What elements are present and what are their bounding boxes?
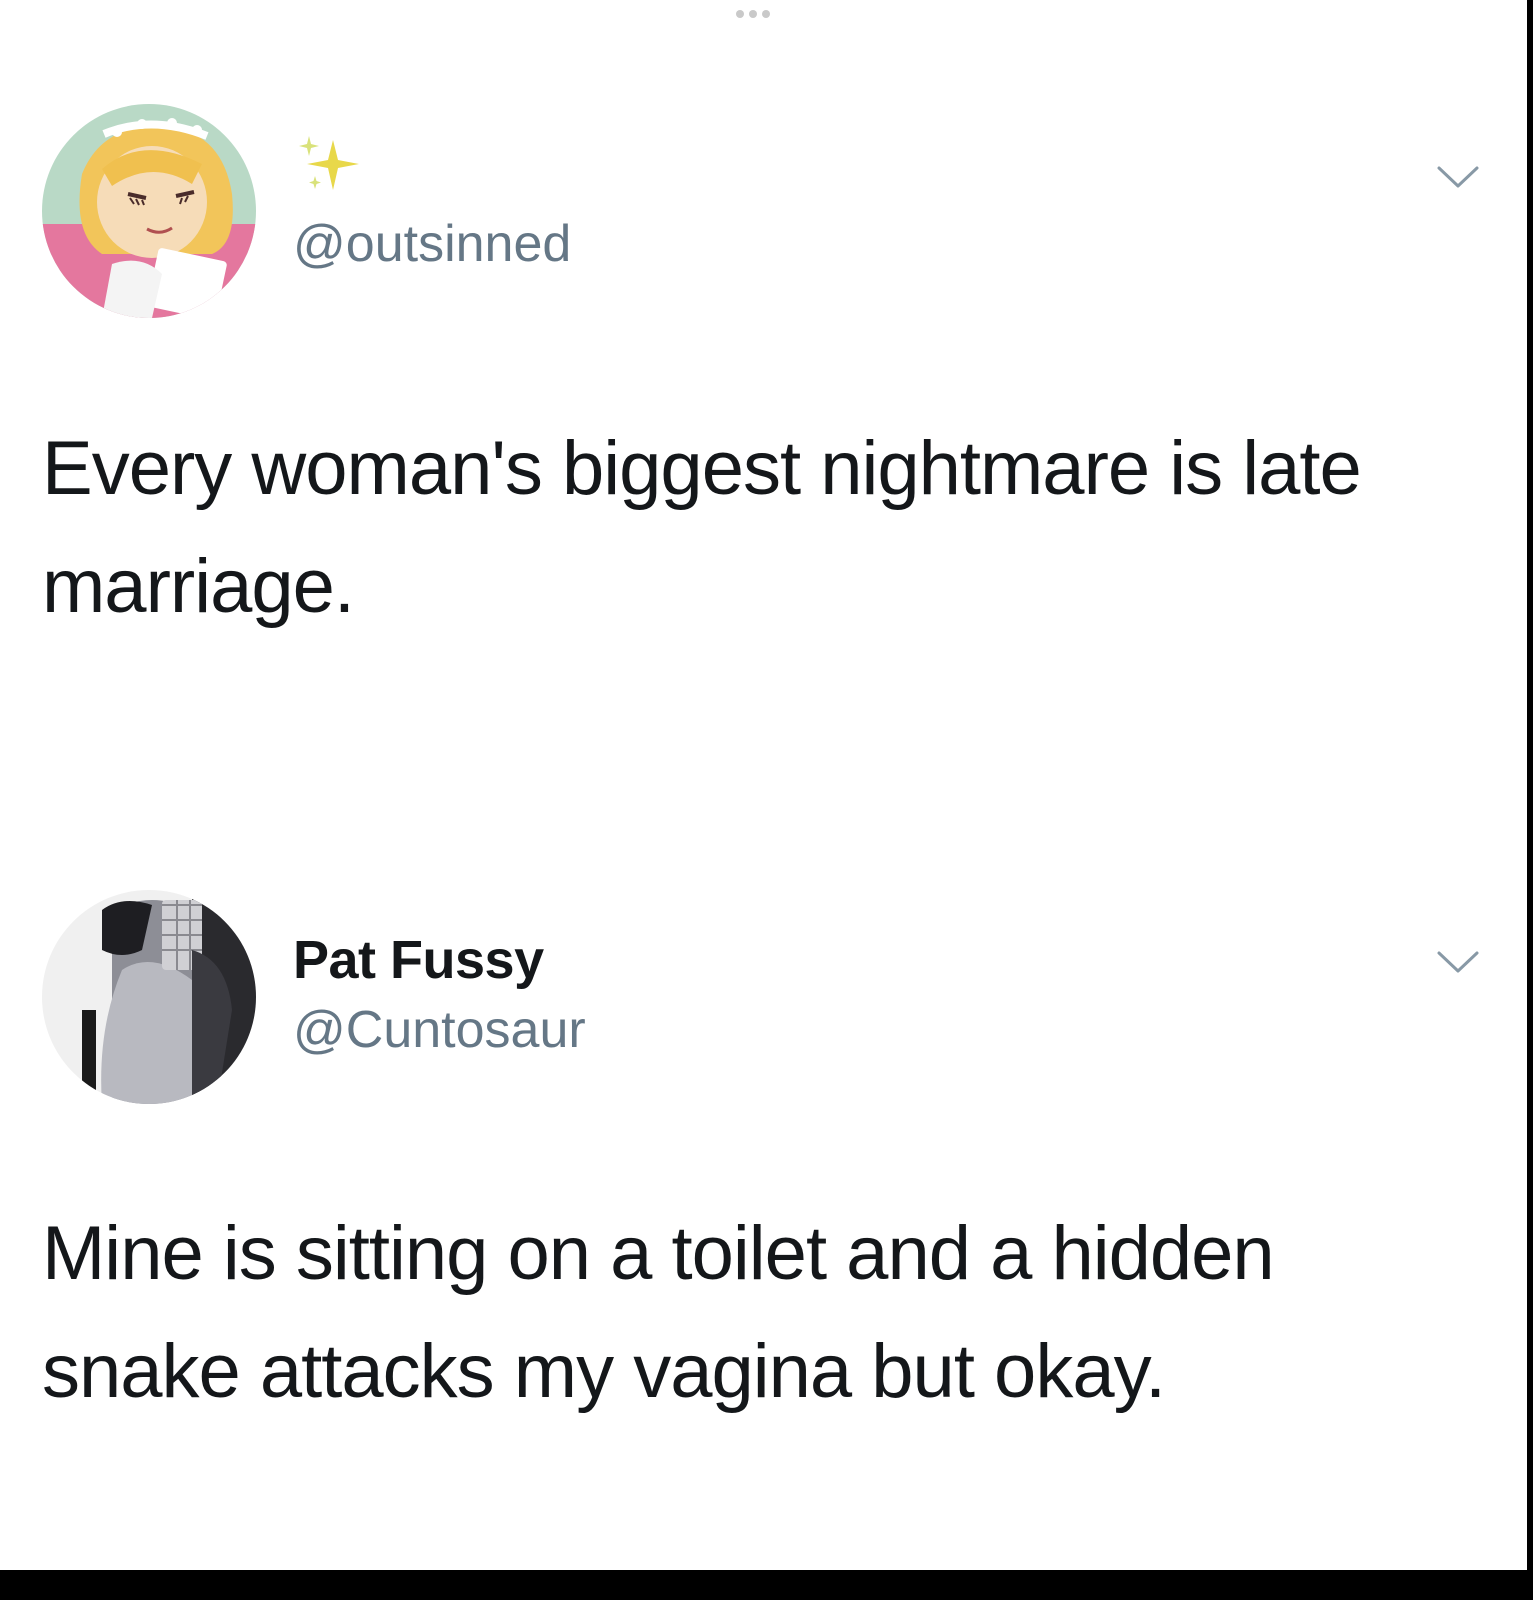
cartoon-avatar-icon bbox=[42, 104, 256, 318]
photo-avatar-icon bbox=[42, 890, 256, 1104]
chevron-down-icon[interactable] bbox=[1436, 950, 1480, 974]
display-name bbox=[293, 128, 373, 207]
user-handle[interactable]: @Cuntosaur bbox=[293, 1004, 586, 1056]
chevron-down-icon[interactable] bbox=[1436, 165, 1480, 189]
more-dots-icon bbox=[736, 10, 770, 18]
tweet-screenshot: @outsinned Every woman's biggest nightma… bbox=[0, 0, 1527, 1570]
avatar[interactable] bbox=[42, 104, 256, 318]
avatar[interactable] bbox=[42, 890, 256, 1104]
user-handle[interactable]: @outsinned bbox=[293, 218, 571, 270]
tweet-text: Every woman's biggest nightmare is late … bbox=[42, 426, 1362, 629]
tweet-text: Mine is sitting on a toilet and a hidden… bbox=[42, 1211, 1275, 1414]
sparkles-icon bbox=[299, 136, 359, 190]
display-name[interactable]: Pat Fussy bbox=[293, 933, 544, 987]
